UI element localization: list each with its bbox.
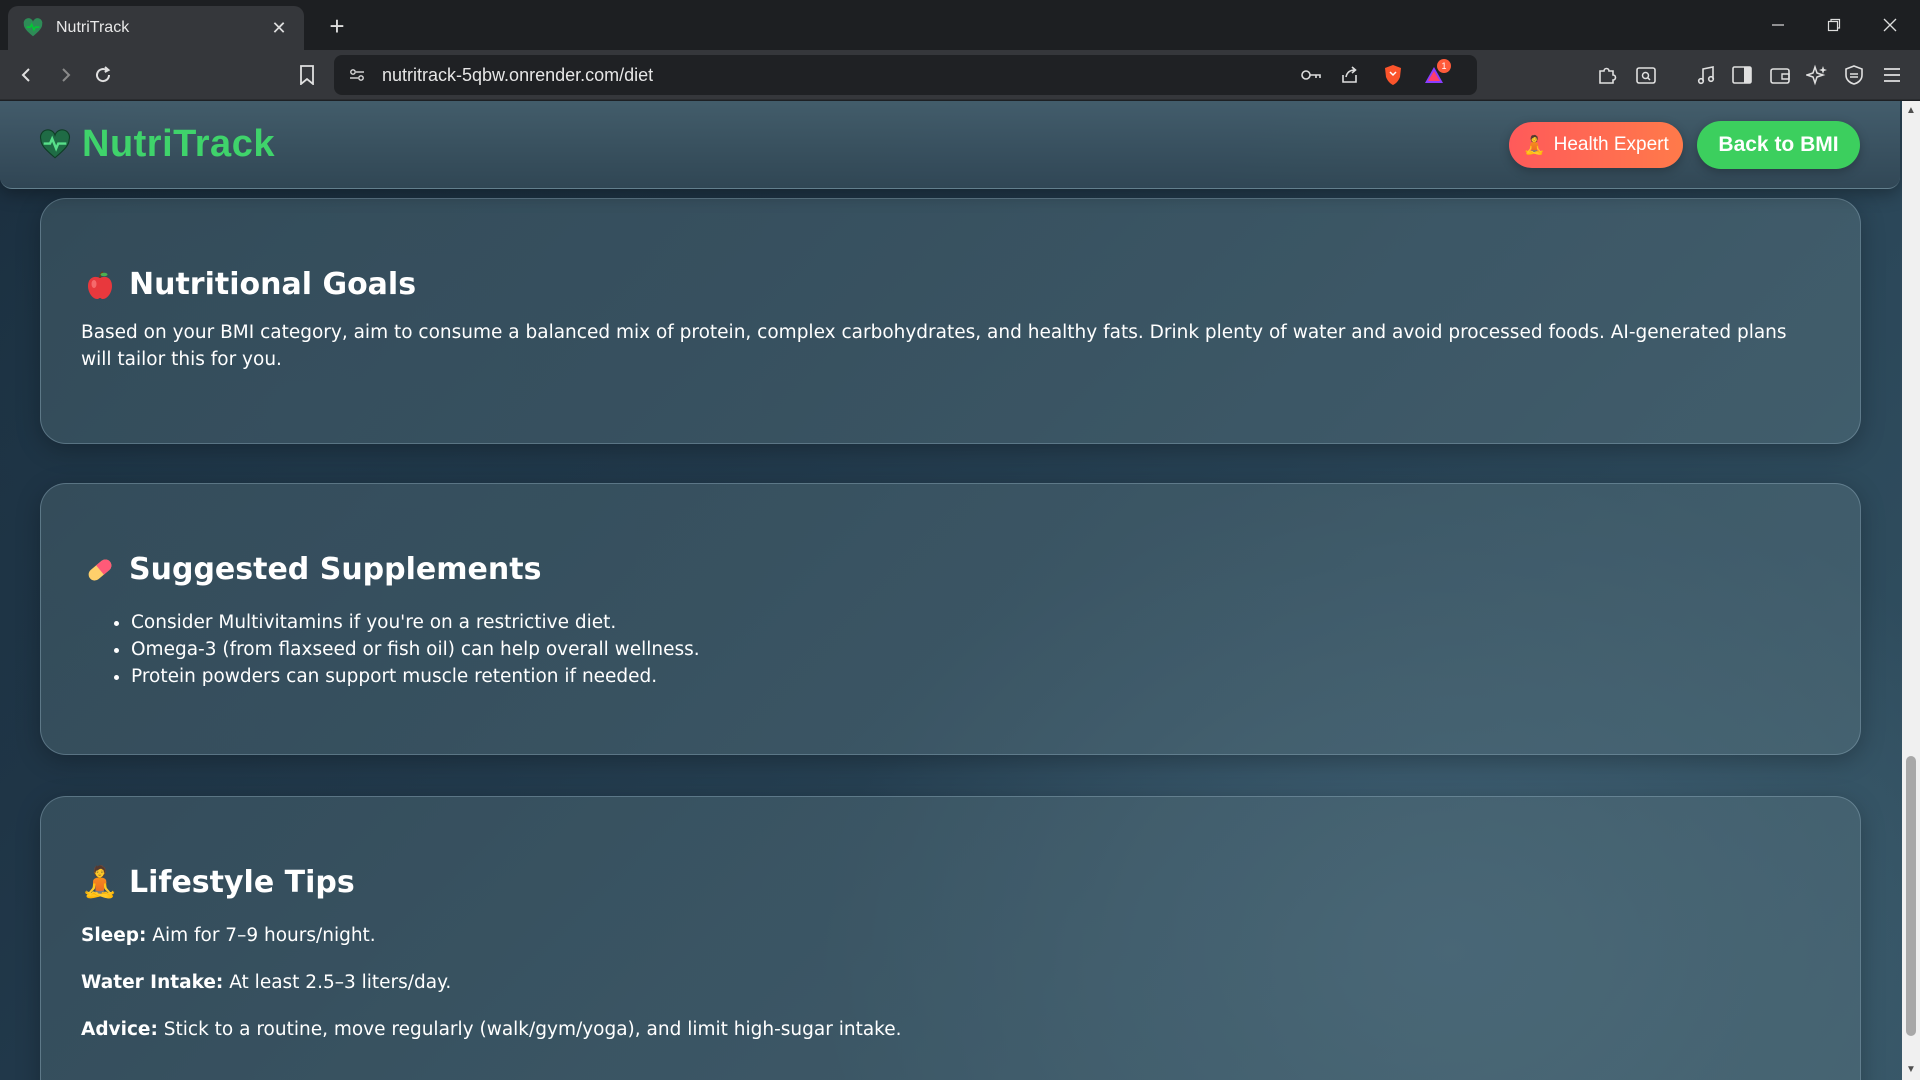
list-item: Omega-3 (from flaxseed or fish oil) can … — [131, 636, 1820, 663]
bookmark-icon[interactable] — [290, 59, 324, 91]
suggested-supplements-title: Suggested Supplements — [129, 552, 542, 587]
new-tab-icon[interactable]: + — [320, 10, 354, 44]
back-to-bmi-button[interactable]: Back to BMI — [1697, 121, 1860, 169]
nutritional-goals-text: Based on your BMI category, aim to consu… — [81, 322, 1787, 370]
minimize-icon[interactable] — [1750, 0, 1806, 50]
list-item: Protein powders can support muscle reten… — [131, 663, 1820, 690]
password-key-icon[interactable] — [1298, 63, 1324, 87]
tip-text: Aim for 7–9 hours/night. — [146, 925, 376, 946]
tip-sleep: Sleep: Aim for 7–9 hours/night. — [81, 922, 1820, 949]
pill-icon — [83, 553, 117, 587]
vpn-shield-icon[interactable] — [1840, 62, 1868, 88]
page-viewport: NutriTrack 🧘 Health Expert Back to BMI N… — [0, 101, 1902, 1080]
health-expert-button[interactable]: 🧘 Health Expert — [1509, 122, 1683, 168]
tip-label: Sleep: — [81, 925, 147, 946]
notification-badge: 1 — [1437, 59, 1451, 73]
url-text: nutritrack-5qbw.onrender.com/diet — [382, 65, 654, 85]
supplements-list: Consider Multivitamins if you're on a re… — [81, 609, 1820, 690]
lifestyle-tips-title: Lifestyle Tips — [129, 865, 355, 900]
scroll-down-icon[interactable]: ▼ — [1905, 1064, 1917, 1076]
tab-title: NutriTrack — [56, 19, 130, 36]
scroll-up-icon[interactable]: ▲ — [1905, 105, 1917, 117]
page-scrollbar[interactable]: ▲ ▼ — [1902, 101, 1920, 1080]
tip-label: Advice: — [81, 1019, 158, 1040]
lifestyle-tips-card: 🧘 Lifestyle Tips Sleep: Aim for 7–9 hour… — [40, 796, 1861, 1080]
browser-tab-strip: NutriTrack ✕ + — [0, 0, 1920, 50]
tip-advice: Advice: Stick to a routine, move regular… — [81, 1016, 1820, 1043]
leo-ai-icon[interactable] — [1803, 62, 1831, 88]
share-icon[interactable] — [1337, 63, 1363, 87]
nutritional-goals-heading: Nutritional Goals — [83, 267, 416, 302]
lifestyle-tips-heading: 🧘 Lifestyle Tips — [81, 865, 355, 900]
health-expert-label: Health Expert — [1553, 134, 1669, 155]
meditation-icon: 🧘 — [81, 865, 119, 900]
menu-icon[interactable] — [1878, 62, 1906, 88]
list-item: Consider Multivitamins if you're on a re… — [131, 609, 1820, 636]
brand[interactable]: NutriTrack — [38, 123, 275, 166]
wallet-icon[interactable] — [1766, 62, 1794, 88]
brand-name: NutriTrack — [82, 123, 275, 165]
brave-rewards-icon[interactable]: 1 — [1421, 59, 1451, 87]
tip-water: Water Intake: At least 2.5–3 liters/day. — [81, 969, 1820, 996]
browser-tab[interactable]: NutriTrack ✕ — [8, 6, 304, 50]
forward-arrow-icon[interactable] — [48, 59, 82, 91]
heart-logo-icon — [39, 128, 71, 158]
scrollbar-thumb[interactable] — [1906, 756, 1916, 1036]
heart-favicon-icon — [23, 18, 43, 37]
apple-icon — [83, 268, 117, 302]
suggested-supplements-heading: Suggested Supplements — [83, 552, 541, 587]
browser-toolbar: nutritrack-5qbw.onrender.com/diet 1 — [0, 50, 1920, 100]
tab-search-icon[interactable] — [1632, 62, 1660, 88]
media-playlist-icon[interactable] — [1692, 62, 1720, 88]
tip-text: Stick to a routine, move regularly (walk… — [157, 1019, 902, 1040]
restore-icon[interactable] — [1806, 0, 1862, 50]
site-settings-icon[interactable] — [344, 63, 370, 87]
tab-close-icon[interactable]: ✕ — [268, 18, 290, 39]
nutritional-goals-card: Nutritional Goals Based on your BMI cate… — [40, 198, 1861, 444]
meditation-icon: 🧘 — [1523, 134, 1546, 155]
tip-text: At least 2.5–3 liters/day. — [223, 972, 452, 993]
site-header: NutriTrack 🧘 Health Expert Back to BMI — [0, 101, 1900, 189]
extensions-icon[interactable] — [1593, 62, 1621, 88]
reload-icon[interactable] — [86, 59, 120, 91]
address-bar[interactable]: nutritrack-5qbw.onrender.com/diet 1 — [334, 55, 1477, 95]
suggested-supplements-card: Suggested Supplements Consider Multivita… — [40, 483, 1861, 755]
back-arrow-icon[interactable] — [10, 59, 44, 91]
tip-label: Water Intake: — [81, 972, 224, 993]
brave-shields-icon[interactable] — [1380, 63, 1406, 87]
nutritional-goals-title: Nutritional Goals — [129, 267, 417, 302]
close-window-icon[interactable] — [1862, 0, 1918, 50]
sidebar-toggle-icon[interactable] — [1728, 62, 1756, 88]
